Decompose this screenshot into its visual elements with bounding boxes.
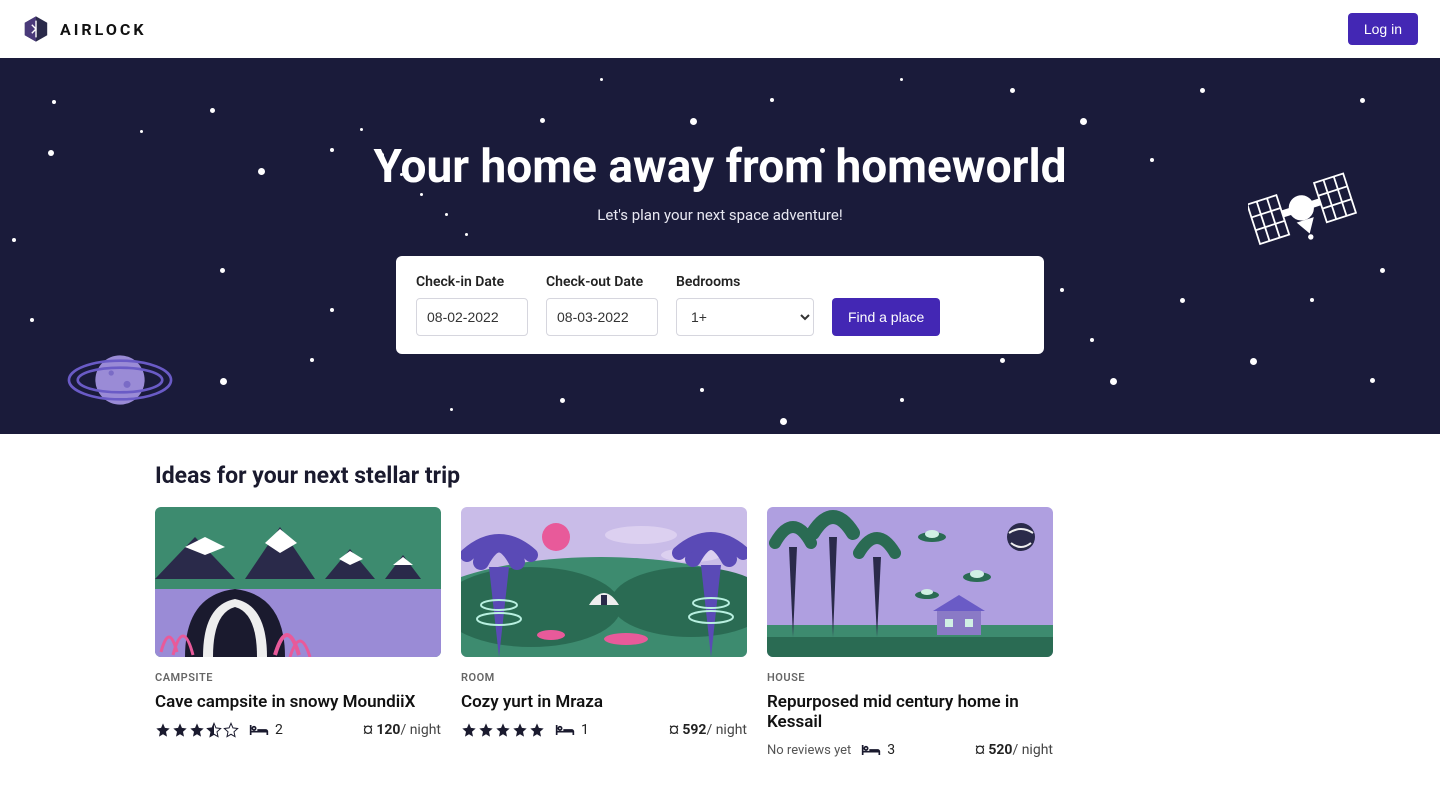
star-full-icon bbox=[189, 722, 205, 738]
checkout-label: Check-out Date bbox=[546, 274, 658, 290]
listing-image bbox=[155, 507, 441, 657]
listing-card[interactable]: ROOM Cozy yurt in Mraza 1 bbox=[461, 507, 747, 758]
rating-stars bbox=[461, 722, 545, 738]
bed-icon bbox=[861, 743, 881, 757]
listing-image bbox=[461, 507, 747, 657]
star-full-icon bbox=[478, 722, 494, 738]
listing-price: ¤ 120 bbox=[363, 722, 400, 738]
star-full-icon bbox=[529, 722, 545, 738]
listing-title: Cozy yurt in Mraza bbox=[461, 692, 747, 712]
listing-meta: 1 ¤ 592/ night bbox=[461, 722, 747, 738]
header-bar: AIRLOCK Log in bbox=[0, 0, 1440, 58]
listing-card[interactable]: HOUSE Repurposed mid century home in Kes… bbox=[767, 507, 1053, 758]
logo-text: AIRLOCK bbox=[60, 20, 147, 39]
checkout-input[interactable] bbox=[546, 298, 658, 336]
price-suffix: / night bbox=[400, 722, 441, 738]
planet-decoration bbox=[64, 336, 176, 424]
listing-type: ROOM bbox=[461, 671, 747, 684]
checkout-field: Check-out Date bbox=[546, 274, 658, 336]
bedrooms-field: Bedrooms 1+ bbox=[676, 274, 814, 336]
hero-section: Your home away from homeworld Let's plan… bbox=[0, 58, 1440, 434]
checkin-input[interactable] bbox=[416, 298, 528, 336]
bed-count: 1 bbox=[581, 722, 589, 738]
rating-stars bbox=[155, 722, 239, 738]
checkin-field: Check-in Date bbox=[416, 274, 528, 336]
star-empty-icon bbox=[223, 722, 239, 738]
no-reviews-label: No reviews yet bbox=[767, 743, 851, 758]
listings-section: Ideas for your next stellar trip bbox=[135, 434, 1305, 798]
price-suffix: / night bbox=[706, 722, 747, 738]
checkin-label: Check-in Date bbox=[416, 274, 528, 290]
hero-subtitle: Let's plan your next space adventure! bbox=[0, 206, 1440, 224]
listing-type: HOUSE bbox=[767, 671, 1053, 684]
login-button[interactable]: Log in bbox=[1348, 13, 1418, 45]
star-full-icon bbox=[155, 722, 171, 738]
price-suffix: / night bbox=[1012, 742, 1053, 758]
star-full-icon bbox=[512, 722, 528, 738]
star-full-icon bbox=[495, 722, 511, 738]
bedrooms-label: Bedrooms bbox=[676, 274, 814, 290]
bed-icon bbox=[555, 723, 575, 737]
bed-count: 3 bbox=[887, 742, 895, 758]
listing-type: CAMPSITE bbox=[155, 671, 441, 684]
listing-meta: No reviews yet 3 ¤ 520/ night bbox=[767, 742, 1053, 758]
hero-title: Your home away from homeworld bbox=[0, 140, 1440, 194]
logo[interactable]: AIRLOCK bbox=[22, 15, 147, 43]
listing-card[interactable]: CAMPSITE Cave campsite in snowy MoundiiX… bbox=[155, 507, 441, 758]
bedrooms-select[interactable]: 1+ bbox=[676, 298, 814, 336]
search-card: Check-in Date Check-out Date Bedrooms 1+… bbox=[396, 256, 1044, 354]
listing-title: Repurposed mid century home in Kessail bbox=[767, 692, 1053, 732]
listing-meta: 2 ¤ 120/ night bbox=[155, 722, 441, 738]
find-place-button[interactable]: Find a place bbox=[832, 298, 940, 336]
bed-icon bbox=[249, 723, 269, 737]
listing-price: ¤ 520 bbox=[975, 742, 1012, 758]
satellite-decoration bbox=[1248, 168, 1358, 258]
bed-count: 2 bbox=[275, 722, 283, 738]
listing-price: ¤ 592 bbox=[669, 722, 706, 738]
listing-image bbox=[767, 507, 1053, 657]
star-full-icon bbox=[172, 722, 188, 738]
listing-cards: CAMPSITE Cave campsite in snowy MoundiiX… bbox=[155, 507, 1285, 758]
section-title: Ideas for your next stellar trip bbox=[155, 462, 1285, 489]
star-full-icon bbox=[461, 722, 477, 738]
listing-title: Cave campsite in snowy MoundiiX bbox=[155, 692, 441, 712]
star-half-icon bbox=[206, 722, 222, 738]
logo-icon bbox=[22, 15, 50, 43]
